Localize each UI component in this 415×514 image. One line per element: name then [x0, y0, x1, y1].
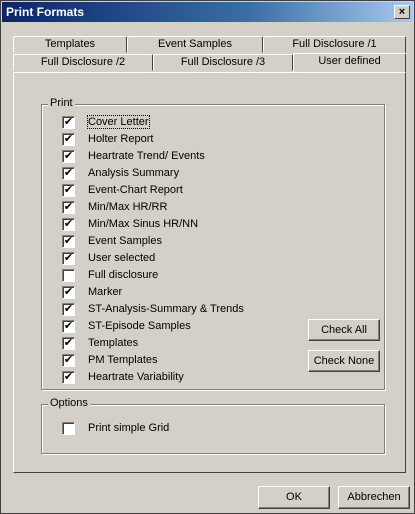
options-group-label: Options [48, 397, 90, 409]
checkbox-label: User selected [88, 252, 156, 264]
checkbox-label: Min/Max Sinus HR/NN [88, 218, 199, 230]
dialog-title: Print Formats [6, 5, 85, 19]
checkbox-label: PM Templates [88, 354, 158, 366]
checkbox-label: ST-Analysis-Summary & Trends [88, 303, 244, 315]
checkbox-label: Analysis Summary [88, 167, 180, 179]
checkbox-box[interactable]: ✔ [62, 235, 75, 248]
options-group: Options Print simple Grid [41, 397, 385, 454]
checkbox-box[interactable]: ✔ [62, 286, 75, 299]
title-bar: Print Formats × [2, 2, 413, 22]
cancel-button[interactable]: Abbrechen [338, 486, 410, 509]
tab-full-disclosure-2[interactable]: Full Disclosure /2 [13, 54, 153, 71]
close-icon[interactable]: × [394, 5, 410, 19]
checkbox-box[interactable]: ✔ [62, 167, 75, 180]
checkbox-label: Heartrate Variability [88, 371, 184, 383]
checkbox-box[interactable]: ✔ [62, 354, 75, 367]
checkbox-box[interactable]: ✔ [62, 201, 75, 214]
checkbox-box[interactable]: ✔ [62, 133, 75, 146]
print-formats-dialog: Print Formats × Templates Event Samples … [0, 0, 415, 514]
checkbox-box[interactable]: ✔ [62, 184, 75, 197]
checkbox-label: ST-Episode Samples [88, 320, 191, 332]
checkbox-label: Event Samples [88, 235, 162, 247]
checkbox-label: Marker [88, 286, 123, 298]
print-group: Print ✔ Cover Letter ✔ Holter Report ✔ H… [41, 97, 385, 390]
checkbox-label: Templates [88, 337, 139, 349]
checkbox-box[interactable]: ✔ [62, 371, 75, 384]
checkbox-box[interactable] [62, 269, 75, 282]
checkbox-label: Full disclosure [88, 269, 159, 281]
checkbox-box[interactable]: ✔ [62, 150, 75, 163]
tab-user-defined[interactable]: User defined [293, 53, 406, 72]
check-none-button[interactable]: Check None [308, 350, 380, 372]
checkbox-box[interactable]: ✔ [62, 303, 75, 316]
checkbox-label: Heartrate Trend/ Events [88, 150, 205, 162]
checkbox-label: Cover Letter [87, 115, 150, 129]
checkbox-box[interactable]: ✔ [62, 337, 75, 350]
tab-templates[interactable]: Templates [13, 36, 127, 53]
tab-full-disclosure-1[interactable]: Full Disclosure /1 [263, 36, 406, 53]
check-all-button[interactable]: Check All [308, 319, 380, 341]
checkbox-label: Holter Report [88, 133, 154, 145]
checkbox-box[interactable] [62, 422, 75, 435]
checkbox-label: Print simple Grid [88, 422, 170, 434]
checkbox-box[interactable]: ✔ [62, 218, 75, 231]
ok-button[interactable]: OK [258, 486, 330, 509]
checkbox-label: Event-Chart Report [88, 184, 183, 196]
tab-event-samples[interactable]: Event Samples [127, 36, 263, 53]
checkbox-box[interactable]: ✔ [62, 252, 75, 265]
tab-panel-user-defined: Print ✔ Cover Letter ✔ Holter Report ✔ H… [13, 72, 406, 473]
tab-full-disclosure-3[interactable]: Full Disclosure /3 [153, 54, 293, 71]
checkbox-box[interactable]: ✔ [62, 116, 75, 129]
checkbox-box[interactable]: ✔ [62, 320, 75, 333]
print-group-label: Print [48, 97, 75, 109]
checkbox-label: Min/Max HR/RR [88, 201, 168, 213]
